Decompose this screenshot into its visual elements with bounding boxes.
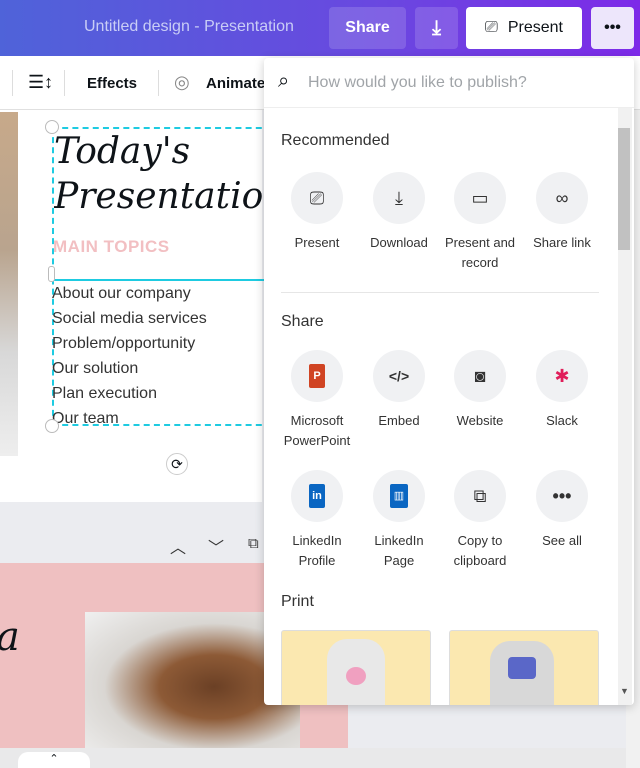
option-label: Website	[456, 413, 504, 428]
duplicate-icon[interactable]: ⧉	[248, 535, 259, 552]
publish-search-input[interactable]	[308, 70, 608, 96]
slide-photo[interactable]	[0, 112, 18, 456]
present-icon: ⎚	[291, 172, 343, 224]
move-down-icon[interactable]: ﹀	[208, 534, 224, 558]
present-icon: ⎚	[485, 19, 498, 36]
option-present[interactable]: ⎚ Present	[276, 172, 358, 253]
more-button[interactable]: •••	[591, 7, 634, 49]
option-share-link[interactable]: ∞ Share link	[521, 172, 603, 253]
spacing-icon[interactable]: ☰↕	[28, 72, 53, 93]
option-label: LinkedIn Page	[374, 533, 424, 568]
print-hoodie-thumbnail[interactable]	[281, 630, 431, 705]
divider	[158, 70, 159, 96]
download-icon: ⤓	[373, 172, 425, 224]
expand-pages-button[interactable]: ⌃	[18, 752, 90, 768]
topic-item: Social media services	[52, 310, 207, 327]
present-button[interactable]: ⎚ Present	[466, 7, 582, 49]
website-icon: ◙	[454, 350, 506, 402]
option-label: Share link	[533, 235, 591, 250]
move-up-icon[interactable]: ︿	[170, 534, 186, 558]
powerpoint-icon: P	[291, 350, 343, 402]
option-label: Slack	[546, 413, 578, 428]
option-label: Microsoft PowerPoint	[283, 413, 351, 448]
option-linkedin-page[interactable]: ▥ LinkedIn Page	[358, 470, 440, 571]
topic-item: About our company	[52, 285, 191, 302]
option-label: Download	[370, 235, 428, 250]
animate-button[interactable]: Animate	[206, 75, 265, 92]
copy-icon: ⧉	[454, 470, 506, 522]
option-label: Embed	[378, 413, 420, 428]
publish-panel: ⌕ Recommended ⎚ Present ⤓ Download ▭ Presen…	[264, 58, 634, 705]
option-label: Present and record	[444, 235, 516, 270]
linkedin-icon: in	[291, 470, 343, 522]
resize-handle[interactable]	[45, 120, 59, 134]
option-present-and-record[interactable]: ▭ Present and record	[439, 172, 521, 273]
option-website[interactable]: ◙ Website	[439, 350, 521, 431]
panel-scrollbar-thumb[interactable]	[618, 128, 630, 250]
option-linkedin-profile[interactable]: in LinkedIn Profile	[276, 470, 358, 571]
rotate-icon[interactable]: ⟳	[166, 453, 188, 475]
bottom-bar	[0, 748, 626, 768]
topic-item: Plan execution	[52, 385, 157, 402]
side-handle[interactable]	[48, 266, 55, 282]
download-button[interactable]: ⤓	[415, 7, 458, 49]
divider	[64, 70, 65, 96]
slack-icon: ✱	[536, 350, 588, 402]
download-icon: ⤓	[432, 16, 441, 39]
option-label: See all	[542, 533, 582, 548]
document-title[interactable]: Untitled design - Presentation	[84, 18, 294, 36]
option-embed[interactable]: </> Embed	[358, 350, 440, 431]
option-label: Present	[294, 235, 340, 250]
option-powerpoint[interactable]: P Microsoft PowerPoint	[276, 350, 358, 451]
effects-button[interactable]: Effects	[87, 75, 137, 92]
share-button[interactable]: Share	[329, 7, 406, 49]
more-icon: •••	[536, 470, 588, 522]
option-see-all[interactable]: ••• See all	[521, 470, 603, 551]
print-sweatshirt-thumbnail[interactable]	[449, 630, 599, 705]
search-icon: ⌕	[278, 70, 290, 92]
topic-item: Our solution	[52, 360, 139, 377]
link-icon: ∞	[536, 172, 588, 224]
topic-item: Problem/opportunity	[52, 335, 196, 352]
publish-search: ⌕	[264, 58, 634, 108]
option-download[interactable]: ⤓ Download	[358, 172, 440, 253]
section-share: Share	[281, 313, 324, 330]
option-label: Copy to clipboard	[453, 533, 507, 568]
topic-item: Our team	[52, 410, 119, 427]
option-label: LinkedIn Profile	[292, 533, 342, 568]
present-label: Present	[507, 19, 563, 36]
scroll-down-arrow[interactable]: ▼	[620, 686, 629, 696]
slide-2-text[interactable]: a	[0, 615, 20, 659]
linkedin-page-icon: ▥	[373, 470, 425, 522]
resize-handle[interactable]	[45, 419, 59, 433]
animate-icon: ◎	[174, 72, 190, 92]
divider	[12, 70, 13, 96]
divider	[281, 292, 599, 293]
code-icon: </>	[373, 350, 425, 402]
section-recommended: Recommended	[281, 132, 390, 149]
section-print: Print	[281, 593, 314, 610]
option-copy-to-clipboard[interactable]: ⧉ Copy to clipboard	[439, 470, 521, 571]
topics-list[interactable]: About our company Social media services …	[52, 281, 264, 431]
option-slack[interactable]: ✱ Slack	[521, 350, 603, 431]
video-camera-icon: ▭	[454, 172, 506, 224]
